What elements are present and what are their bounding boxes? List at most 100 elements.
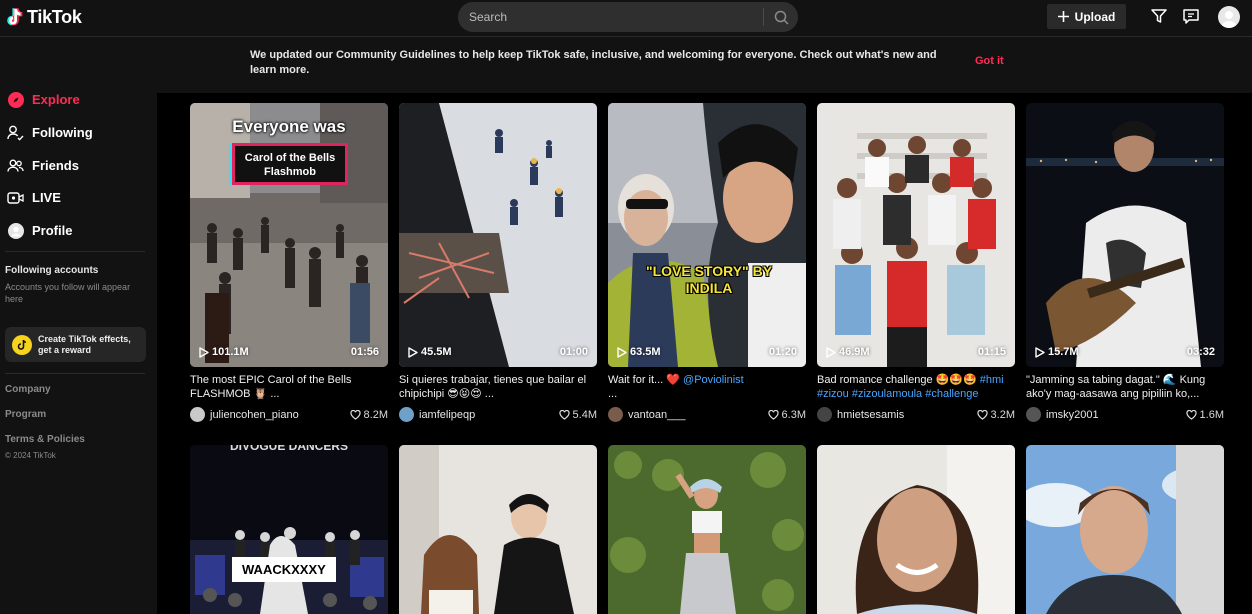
default-avatar-icon	[1222, 11, 1236, 28]
search-input[interactable]	[458, 10, 763, 24]
sidebar-item-explore[interactable]: Explore	[7, 91, 80, 108]
creator-username[interactable]: hmietsesamis	[837, 409, 977, 421]
footer-link-program[interactable]: Program	[5, 409, 46, 420]
heart-icon	[767, 409, 779, 420]
video-meta: imsky2001 1.6M	[1026, 407, 1224, 422]
video-card[interactable]	[399, 445, 597, 614]
messages-icon[interactable]	[1182, 7, 1200, 25]
caption-more: ...	[608, 388, 618, 400]
like-count: 5.4M	[558, 409, 597, 421]
sidebar-item-profile[interactable]: Profile	[7, 222, 72, 239]
creator-username[interactable]: juliencohen_piano	[210, 409, 350, 421]
footer-link-company[interactable]: Company	[5, 384, 51, 395]
view-count-text: 45.5M	[421, 346, 452, 358]
sidebar-item-label: Explore	[32, 92, 80, 107]
user-avatar[interactable]	[1218, 6, 1240, 28]
video-thumbnail-image	[1026, 445, 1224, 614]
video-thumbnail[interactable]: Everyone was Carol of the Bells Flashmob…	[190, 103, 388, 367]
creator-username[interactable]: imsky2001	[1046, 409, 1186, 421]
video-card[interactable]: 15.7M 03:32 "Jamming sa tabing dagat." 🌊…	[1026, 103, 1224, 422]
creator-avatar[interactable]	[817, 407, 832, 422]
video-caption[interactable]: The most EPIC Carol of the Bells FLASHMO…	[190, 373, 388, 401]
view-count-text: 15.7M	[1048, 346, 1079, 358]
creator-avatar[interactable]	[190, 407, 205, 422]
video-card[interactable]: DIVOGUE DANCERS WAACKXXXY	[190, 445, 388, 614]
compass-icon	[7, 91, 24, 108]
video-meta: hmietsesamis 3.2M	[817, 407, 1015, 422]
video-thumbnail[interactable]: DIVOGUE DANCERS WAACKXXXY	[190, 445, 388, 614]
video-thumbnail[interactable]	[817, 445, 1015, 614]
user-follow-icon	[7, 124, 24, 141]
upload-button[interactable]: Upload	[1047, 4, 1126, 29]
profile-icon	[7, 222, 24, 239]
video-thumbnail[interactable]	[608, 445, 806, 614]
sidebar: Explore Following Friends LIVE Profile F…	[0, 38, 157, 614]
following-accounts-title: Following accounts	[5, 265, 99, 276]
video-meta: juliencohen_piano 8.2M	[190, 407, 388, 422]
video-thumbnail[interactable]	[399, 445, 597, 614]
tiktok-logo[interactable]: TikTok	[5, 7, 82, 28]
video-caption[interactable]: Wait for it... ❤️ @Poviolinist ...	[608, 373, 806, 401]
like-count: 3.2M	[976, 408, 1015, 421]
video-card[interactable]: 46.9M 01:15 Bad romance challenge 🤩🤩🤩 #h…	[817, 103, 1015, 422]
video-caption[interactable]: "Jamming sa tabing dagat." 🌊 Kung ako'y …	[1026, 373, 1224, 401]
video-overlay-top-text: DIVOGUE DANCERS	[229, 445, 348, 453]
video-card[interactable]	[608, 445, 806, 614]
video-thumbnail-image	[608, 103, 806, 367]
video-duration: 01:56	[350, 346, 379, 358]
video-thumbnail[interactable]: 15.7M 03:32	[1026, 103, 1224, 367]
creator-avatar[interactable]	[1026, 407, 1041, 422]
view-count: 46.9M	[826, 346, 870, 358]
sidebar-item-label: Profile	[32, 223, 73, 238]
search-bar	[458, 2, 798, 32]
effects-icon	[12, 334, 32, 355]
video-card[interactable]: "LOVE STORY" BY INDILA 63.5M 01:20 Wait …	[608, 103, 806, 422]
like-count-text: 6.3M	[781, 408, 806, 421]
creator-username[interactable]: iamfelipeqp	[419, 409, 559, 421]
banner-text: We updated our Community Guidelines to h…	[250, 49, 937, 76]
caption-mention[interactable]: @Poviolinist	[683, 374, 744, 386]
video-thumbnail[interactable]	[1026, 445, 1224, 614]
sidebar-item-friends[interactable]: Friends	[7, 157, 79, 174]
like-count: 8.2M	[349, 409, 388, 421]
heart-icon	[1185, 409, 1197, 420]
effects-label: Create TikTok effects, get a reward	[38, 333, 131, 355]
video-thumbnail-image	[1026, 103, 1224, 367]
video-duration: 01:15	[977, 346, 1006, 358]
video-card[interactable]	[1026, 445, 1224, 614]
video-thumbnail-image	[608, 445, 806, 614]
view-count-text: 46.9M	[839, 346, 870, 358]
search-button[interactable]	[764, 2, 798, 32]
creator-username[interactable]: vantoan___	[628, 409, 768, 421]
video-thumbnail-image	[399, 445, 597, 614]
footer-link-terms[interactable]: Terms & Policies	[5, 434, 85, 445]
tiktok-logo-icon	[7, 7, 23, 25]
video-card[interactable]	[817, 445, 1015, 614]
inbox-filter-icon[interactable]	[1150, 7, 1168, 25]
creator-avatar[interactable]	[608, 407, 623, 422]
video-card[interactable]: Everyone was Carol of the Bells Flashmob…	[190, 103, 388, 422]
video-thumbnail-image	[817, 445, 1015, 614]
plus-icon	[1057, 11, 1069, 22]
got-it-button[interactable]: Got it	[975, 55, 1004, 67]
create-effects-button[interactable]: Create TikTok effects, get a reward	[5, 327, 146, 362]
video-thumbnail[interactable]: 46.9M 01:15	[817, 103, 1015, 367]
sidebar-item-label: Friends	[32, 158, 79, 173]
video-meta: iamfelipeqp 5.4M	[399, 407, 597, 422]
video-duration: 01:00	[559, 346, 588, 358]
like-count: 6.3M	[767, 408, 806, 421]
sidebar-divider	[5, 251, 145, 252]
heart-icon	[558, 409, 570, 420]
video-thumbnail[interactable]: 45.5M 01:00	[399, 103, 597, 367]
video-caption[interactable]: Si quieres trabajar, tienes que bailar e…	[399, 373, 597, 401]
sidebar-item-following[interactable]: Following	[7, 124, 93, 141]
sidebar-item-live[interactable]: LIVE	[7, 189, 61, 206]
copyright: © 2024 TikTok	[5, 451, 56, 460]
video-thumbnail[interactable]: "LOVE STORY" BY INDILA 63.5M 01:20	[608, 103, 806, 367]
video-overlay-box: Carol of the Bells Flashmob	[232, 143, 348, 185]
video-caption[interactable]: Bad romance challenge 🤩🤩🤩 #hmi #zizou #z…	[817, 373, 1015, 401]
like-count-text: 3.2M	[990, 408, 1015, 421]
top-header: TikTok Upload	[0, 0, 1252, 37]
creator-avatar[interactable]	[399, 407, 414, 422]
video-card[interactable]: 45.5M 01:00 Si quieres trabajar, tienes …	[399, 103, 597, 422]
